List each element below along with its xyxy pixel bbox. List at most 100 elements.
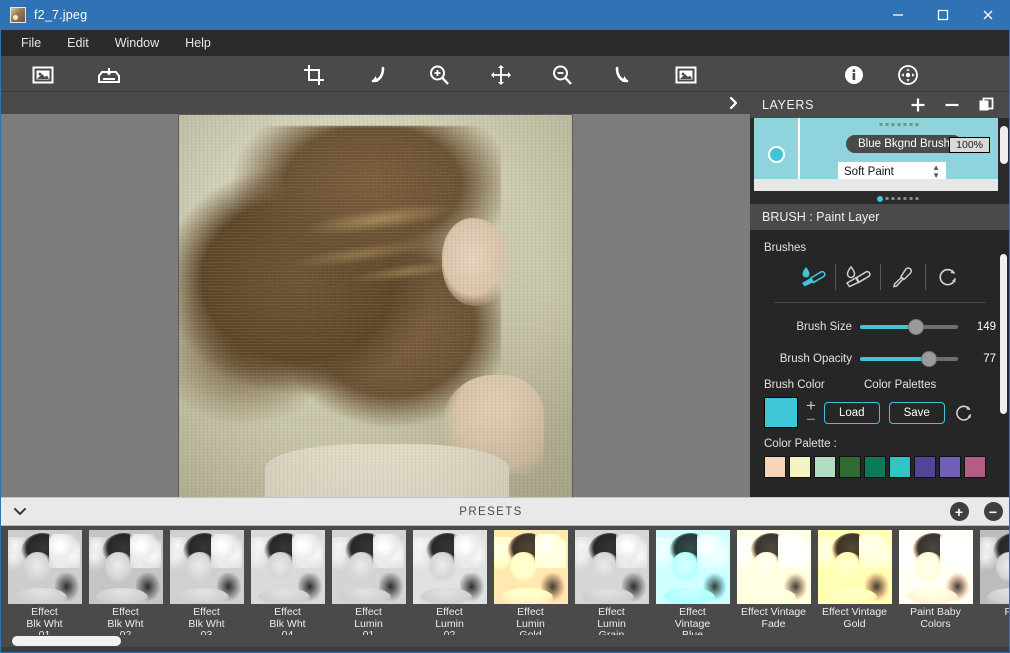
- minus-icon: −: [983, 502, 1003, 521]
- undo-button[interactable]: [361, 61, 391, 89]
- preset-item-1[interactable]: Effect Blk Wht 02: [85, 530, 166, 642]
- paint-brush-icon[interactable]: [791, 260, 835, 294]
- menu-bar: File Edit Window Help: [0, 30, 1010, 56]
- preset-thumbnail: [736, 530, 811, 604]
- preset-label: Paint Baby Colors: [910, 606, 961, 630]
- minimize-button[interactable]: [875, 0, 920, 30]
- preset-item-3[interactable]: Effect Blk Wht 04: [247, 530, 328, 642]
- duplicate-layer-button[interactable]: [976, 95, 996, 115]
- palette-swatch-6[interactable]: [914, 456, 936, 478]
- presets-scrollbar-thumb[interactable]: [12, 636, 121, 646]
- brush-color-label: Brush Color: [764, 379, 825, 391]
- brush-color-swatch[interactable]: [764, 397, 798, 428]
- load-palette-button[interactable]: Load: [824, 401, 880, 424]
- brush-opacity-slider[interactable]: [860, 351, 958, 367]
- image-editor-window: f2_7.jpeg File Edit Window Help LAYERS B…: [0, 0, 1010, 653]
- menu-window[interactable]: Window: [102, 33, 172, 53]
- maximize-button[interactable]: [920, 0, 965, 30]
- zoom-out-button[interactable]: [547, 61, 577, 89]
- open-image-button[interactable]: [28, 61, 58, 89]
- brush-panel-body: Brushes Brush Size 149 Brush Opacity 77 …: [750, 230, 1010, 523]
- pan-button[interactable]: [486, 61, 516, 89]
- layer-name-label[interactable]: Blue Bkgnd Brush: [846, 135, 963, 153]
- preset-item-10[interactable]: Effect Vintage Gold: [814, 530, 895, 642]
- menu-edit[interactable]: Edit: [54, 33, 102, 53]
- main-toolbar: [0, 56, 1010, 92]
- brush-size-slider-knob[interactable]: [907, 319, 924, 335]
- layers-title: LAYERS: [762, 98, 815, 112]
- preset-thumbnail: [88, 530, 163, 604]
- palette-swatch-7[interactable]: [939, 456, 961, 478]
- chevron-down-icon[interactable]: [0, 506, 40, 518]
- zoom-in-button[interactable]: [424, 61, 454, 89]
- layer-list: Blue Bkgnd Brush 100% Soft Paint ▲ ▼: [750, 118, 1010, 204]
- remove-color-button[interactable]: −: [806, 411, 816, 428]
- preset-item-11[interactable]: Paint Baby Colors: [895, 530, 976, 642]
- preset-item-0[interactable]: Effect Blk Wht 01: [4, 530, 85, 642]
- image-canvas[interactable]: [0, 114, 750, 497]
- brush-size-value: 149: [976, 321, 996, 333]
- brush-opacity-label: Brush Opacity: [779, 353, 852, 365]
- layers-scrollbar[interactable]: [1000, 126, 1008, 164]
- preset-item-5[interactable]: Effect Lumin 02: [409, 530, 490, 642]
- palette-swatch-5[interactable]: [889, 456, 911, 478]
- erase-brush-icon[interactable]: [836, 260, 880, 294]
- layer-drag-handle-bottom[interactable]: [879, 197, 919, 200]
- redo-button[interactable]: [609, 61, 639, 89]
- eyedropper-icon[interactable]: [881, 260, 925, 294]
- menu-help[interactable]: Help: [172, 33, 224, 53]
- remove-layer-button[interactable]: [942, 95, 962, 115]
- brush-panel-scrollbar[interactable]: [1000, 254, 1007, 414]
- save-image-button[interactable]: [94, 61, 124, 89]
- fit-image-button[interactable]: [671, 61, 701, 89]
- palette-swatch-3[interactable]: [839, 456, 861, 478]
- preset-item-9[interactable]: Effect Vintage Fade: [733, 530, 814, 642]
- close-button[interactable]: [965, 0, 1010, 30]
- preset-thumbnail: [250, 530, 325, 604]
- visibility-dot-icon[interactable]: [754, 146, 798, 163]
- preset-item-2[interactable]: Effect Blk Wht 03: [166, 530, 247, 642]
- palette-swatch-8[interactable]: [964, 456, 986, 478]
- settings-button[interactable]: [893, 61, 923, 89]
- preset-item-8[interactable]: Effect Vintage Blue: [652, 530, 733, 642]
- brush-size-slider-row: Brush Size 149: [764, 315, 996, 339]
- brush-opacity-slider-knob[interactable]: [920, 351, 937, 367]
- preset-thumbnail: [331, 530, 406, 604]
- preset-label: Paint C: [1004, 606, 1010, 618]
- preset-item-4[interactable]: Effect Lumin 01: [328, 530, 409, 642]
- palette-swatch-2[interactable]: [814, 456, 836, 478]
- layer-strip-bottom: [754, 179, 998, 191]
- preset-item-12[interactable]: Paint C: [976, 530, 1010, 642]
- presets-scrollbar[interactable]: [0, 635, 1010, 647]
- plus-icon: +: [949, 502, 969, 521]
- reset-palette-icon[interactable]: [954, 403, 974, 423]
- preset-label: Effect Vintage Fade: [741, 606, 806, 630]
- chevron-right-icon[interactable]: [724, 94, 742, 112]
- brush-tool-group: [764, 260, 996, 294]
- preset-thumbnail: [979, 530, 1010, 604]
- canvas-photo: [178, 115, 572, 497]
- title-bar: f2_7.jpeg: [0, 0, 1010, 30]
- palette-swatch-4[interactable]: [864, 456, 886, 478]
- presets-tray[interactable]: Effect Blk Wht 01Effect Blk Wht 02Effect…: [0, 526, 1010, 647]
- layers-page-indicator[interactable]: [877, 196, 883, 202]
- canvas-top-strip: [0, 92, 750, 114]
- crop-button[interactable]: [299, 61, 329, 89]
- preset-item-6[interactable]: Effect Lumin Gold: [490, 530, 571, 642]
- presets-title: PRESETS: [459, 505, 523, 518]
- preset-thumbnail: [7, 530, 82, 604]
- menu-file[interactable]: File: [8, 33, 54, 53]
- layer-opacity-value[interactable]: 100%: [949, 137, 990, 153]
- info-button[interactable]: [839, 61, 869, 89]
- layer-drag-handle-top[interactable]: [879, 123, 919, 126]
- add-layer-button[interactable]: [908, 95, 928, 115]
- palette-swatch-0[interactable]: [764, 456, 786, 478]
- palette-swatch-1[interactable]: [789, 456, 811, 478]
- refresh-icon[interactable]: [926, 260, 970, 294]
- save-palette-button[interactable]: Save: [888, 401, 945, 424]
- brush-size-slider[interactable]: [860, 319, 958, 335]
- preset-thumbnail: [655, 530, 730, 604]
- preset-item-7[interactable]: Effect Lumin Grain: [571, 530, 652, 642]
- remove-preset-button[interactable]: −: [976, 502, 1010, 521]
- add-preset-button[interactable]: +: [942, 502, 976, 521]
